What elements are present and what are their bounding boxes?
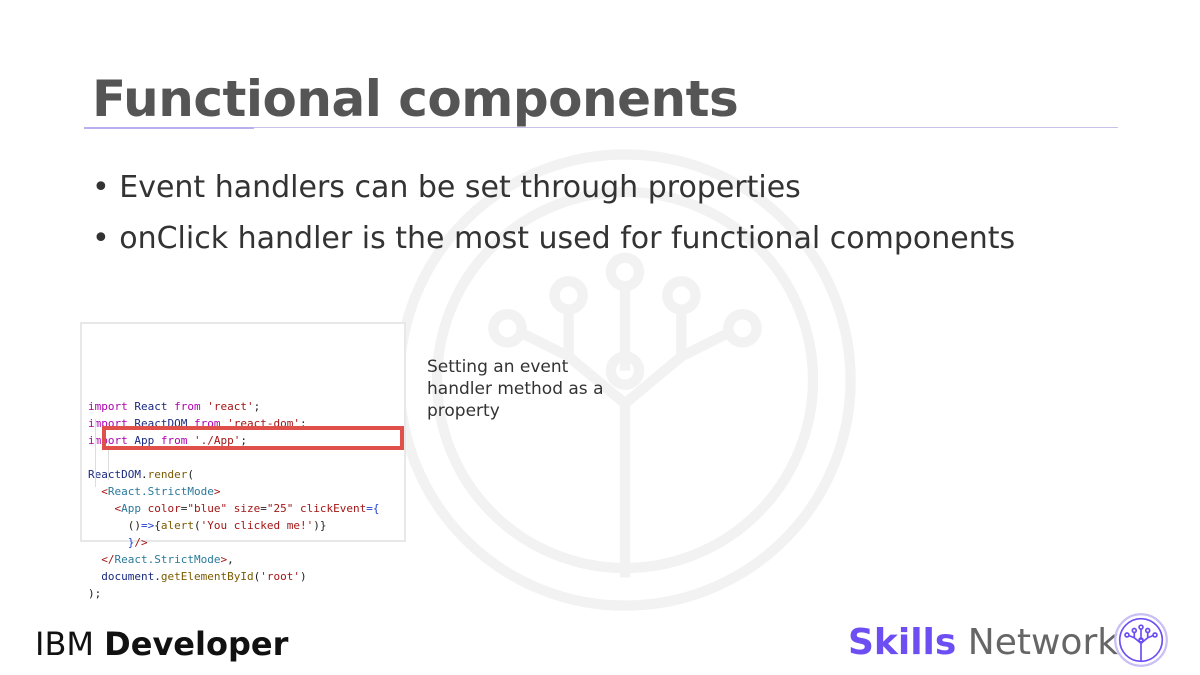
code-token: /> xyxy=(134,536,148,549)
code-token: ( xyxy=(193,519,201,532)
code-token: color xyxy=(147,502,181,515)
code-token: ; xyxy=(253,400,261,413)
code-token: React.StrictMode xyxy=(107,485,214,498)
skills-network-tree-icon xyxy=(1114,613,1168,667)
bullet-item: onClick handler is the most used for fun… xyxy=(92,219,1015,270)
code-annotation: Setting an event handler method as a pro… xyxy=(427,357,604,421)
code-token: => xyxy=(140,519,155,532)
indent-guide xyxy=(95,419,96,487)
code-line: }/> xyxy=(88,534,404,551)
code-line: document.getElementById('root') xyxy=(88,568,404,585)
code-token: ) xyxy=(299,570,307,583)
code-token: getElementById xyxy=(160,570,254,583)
code-token: React xyxy=(134,400,175,413)
code-line: <React.StrictMode> xyxy=(88,483,404,500)
skills-text: Skills xyxy=(848,622,957,663)
highlight-box xyxy=(102,426,404,450)
code-token: React.StrictMode xyxy=(114,553,221,566)
bullet-item: Event handlers can be set through proper… xyxy=(92,168,1015,219)
code-token: () xyxy=(88,519,141,532)
bullet-list: Event handlers can be set through proper… xyxy=(92,168,1015,270)
ibm-text: IBM xyxy=(35,625,94,663)
code-token: > xyxy=(213,485,221,498)
code-token: ={ xyxy=(366,502,380,515)
code-token: "25" xyxy=(266,502,300,515)
code-token: < xyxy=(88,502,122,515)
code-token: size xyxy=(233,502,261,515)
slide-title: Functional components xyxy=(92,70,739,128)
code-token: "blue" xyxy=(187,502,234,515)
developer-text: Developer xyxy=(104,625,289,663)
code-token: { xyxy=(154,519,161,532)
code-line: <App color="blue" size="25" clickEvent={ xyxy=(88,500,404,517)
code-token: </ xyxy=(88,553,115,566)
code-line: ReactDOM.render( xyxy=(88,466,404,483)
code-token: App xyxy=(121,502,148,515)
code-token: = xyxy=(260,502,267,515)
network-text: Network xyxy=(967,622,1119,663)
code-token: 'You clicked me!' xyxy=(200,519,314,532)
code-token: document xyxy=(88,570,155,583)
code-token: from xyxy=(174,400,208,413)
code-line: ); xyxy=(88,585,404,602)
code-token: . xyxy=(154,570,161,583)
code-token: } xyxy=(88,536,135,549)
code-token: import xyxy=(88,400,135,413)
code-token: render xyxy=(147,468,188,481)
code-token: alert xyxy=(160,519,194,532)
code-token: )} xyxy=(313,519,327,532)
skills-network-logo: Skills Network xyxy=(848,622,1118,663)
title-accent-divider xyxy=(84,127,254,129)
code-line: </React.StrictMode>, xyxy=(88,551,404,568)
code-line: import React from 'react'; xyxy=(88,398,404,415)
code-token: 'react' xyxy=(207,400,254,413)
code-token: . xyxy=(140,468,148,481)
code-token: < xyxy=(88,485,108,498)
code-screenshot: import React from 'react'; import ReactDO… xyxy=(80,322,406,600)
code-token: ( xyxy=(187,468,194,481)
code-token: 'root' xyxy=(260,570,300,583)
code-line: ()=>{alert('You clicked me!')} xyxy=(88,517,404,534)
code-token: clickEvent xyxy=(299,502,367,515)
code-token: ); xyxy=(88,587,102,600)
ibm-developer-logo: IBM Developer xyxy=(35,625,288,663)
code-token: , xyxy=(227,553,234,566)
